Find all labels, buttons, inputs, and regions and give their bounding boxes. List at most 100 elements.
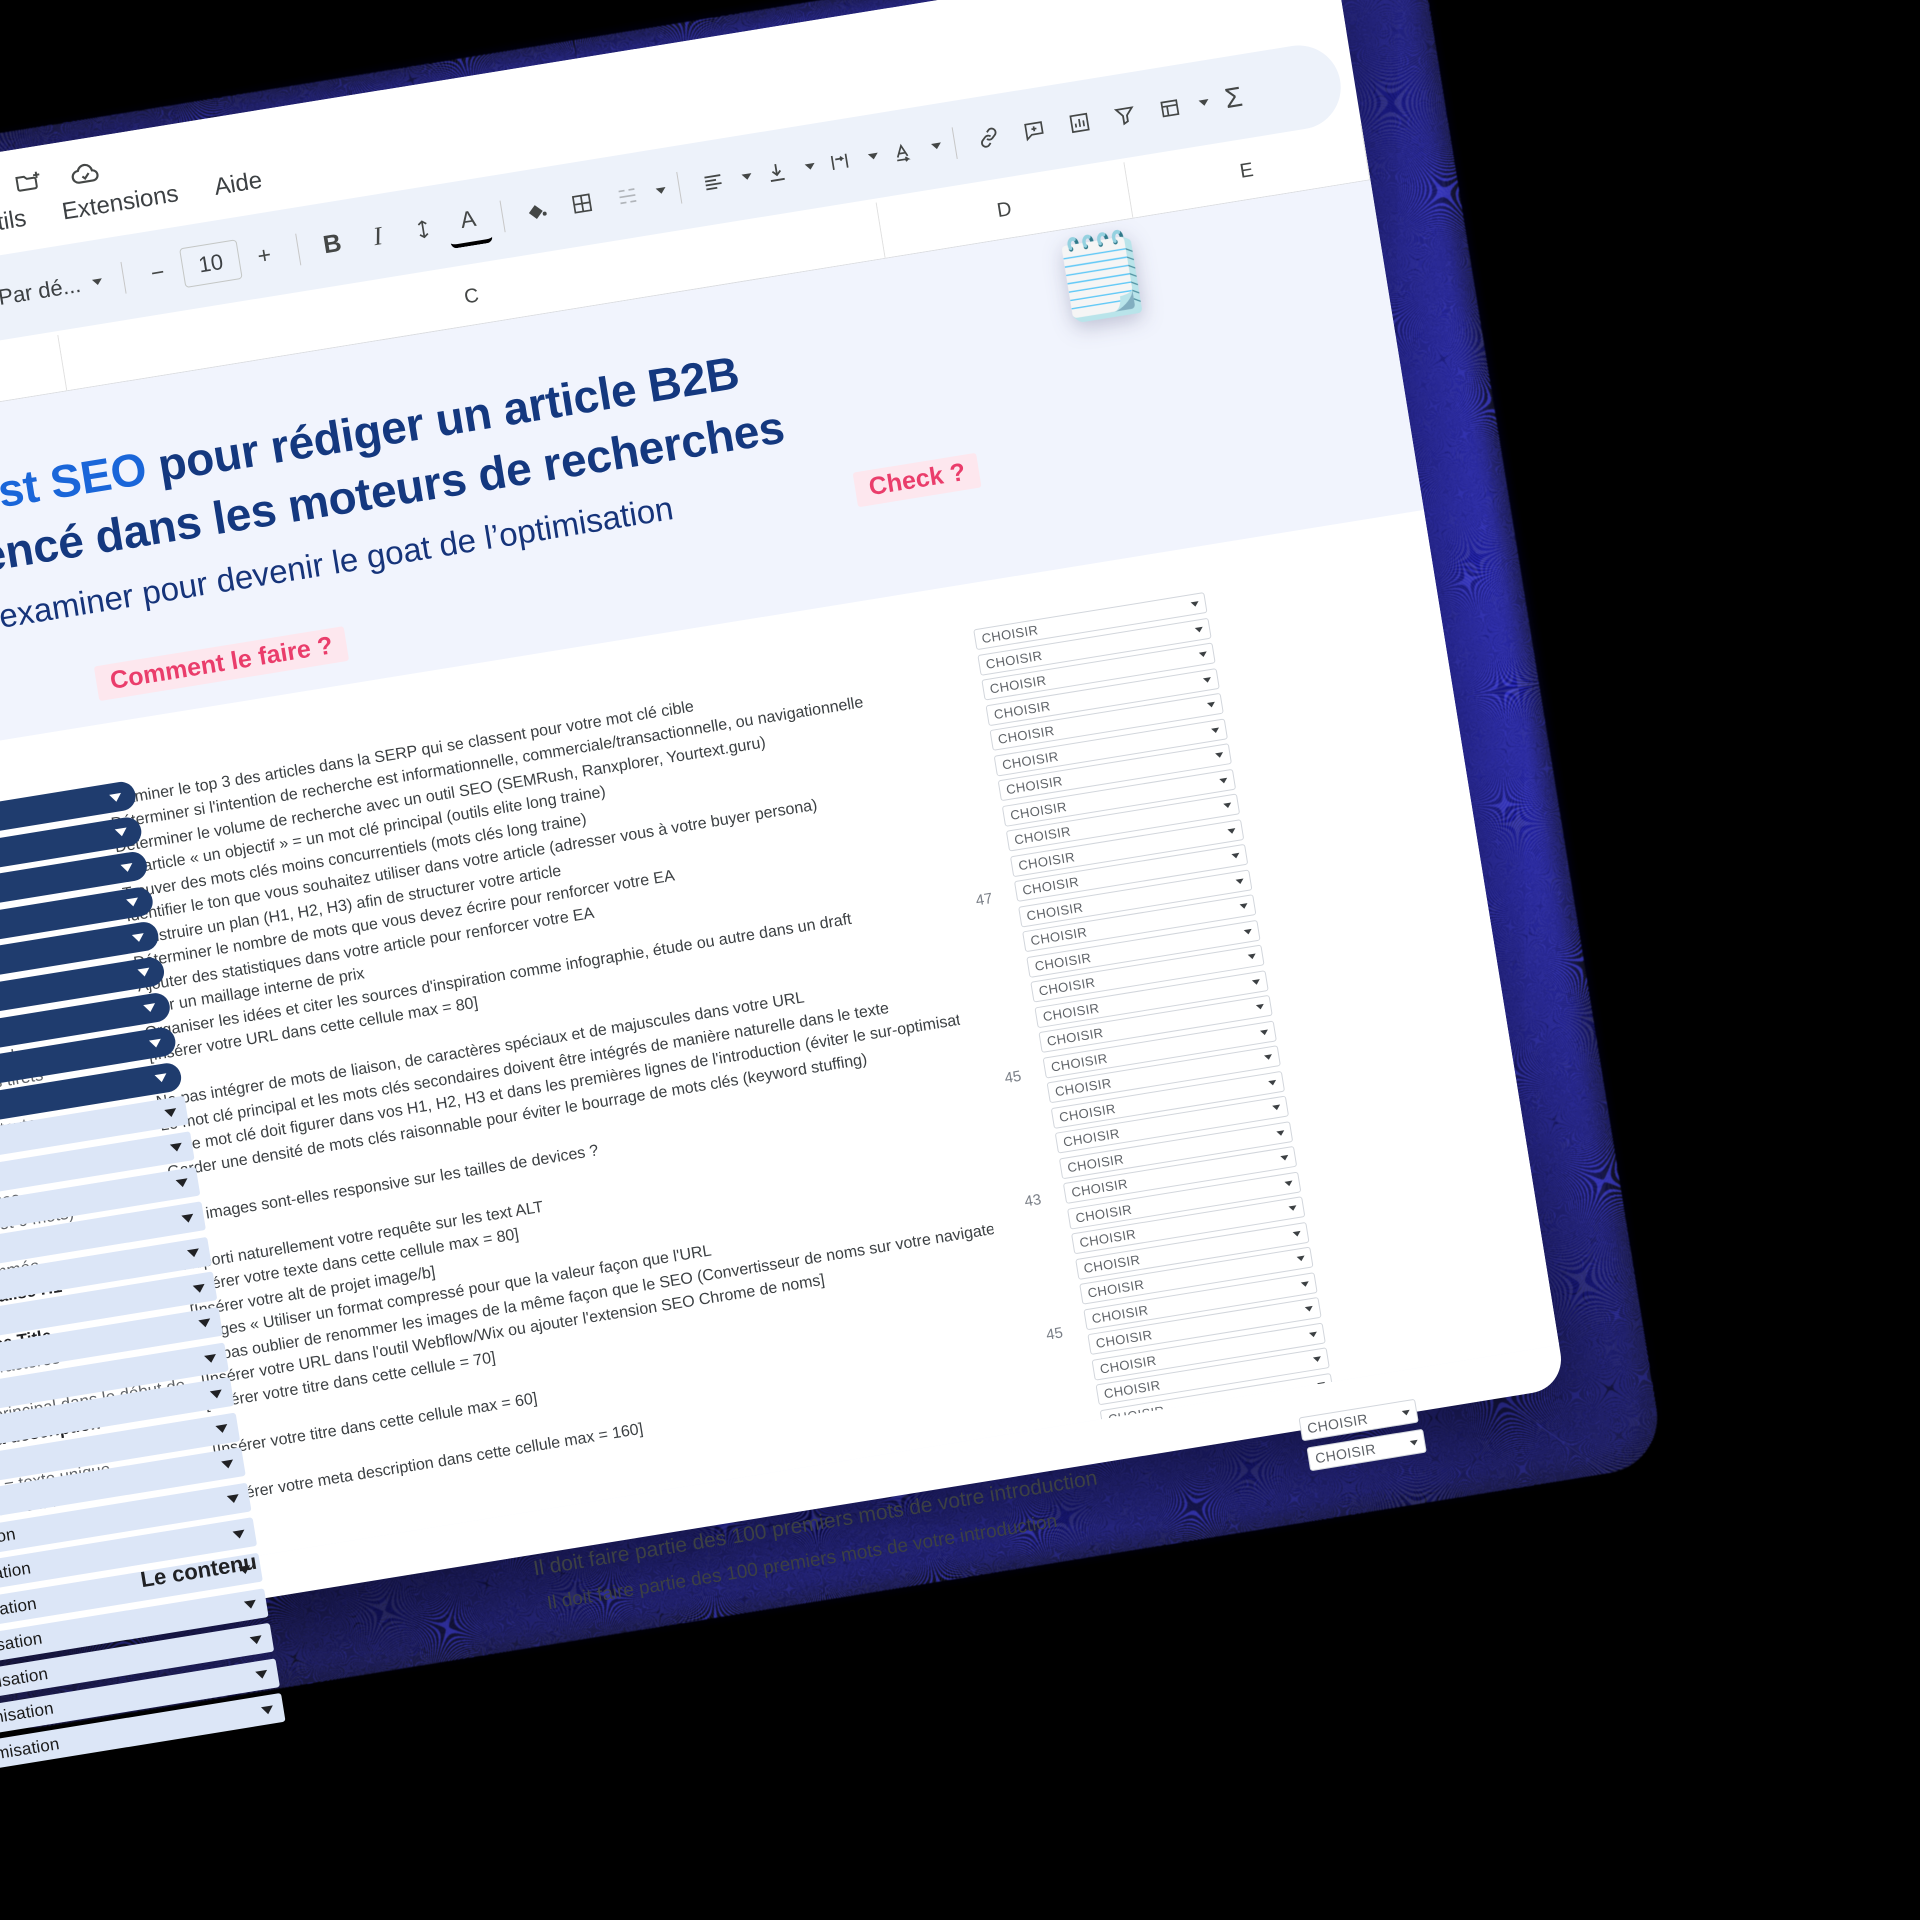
chevron-down-icon — [232, 1529, 246, 1540]
chevron-down-icon — [260, 1705, 275, 1716]
choisir-label: CHOISIR — [1017, 848, 1076, 873]
chevron-down-icon — [120, 862, 134, 873]
choisir-label: CHOISIR — [1078, 1226, 1138, 1251]
choisir-label: CHOISIR — [984, 647, 1044, 672]
font-size-input[interactable]: 10 — [179, 239, 243, 289]
chevron-down-icon — [192, 1283, 206, 1294]
merge-chevron-down-icon[interactable] — [655, 186, 667, 195]
bold-button[interactable]: B — [308, 220, 356, 268]
chevron-down-icon — [204, 1353, 218, 1364]
choisir-label: CHOISIR — [1033, 949, 1093, 974]
chevron-down-icon — [1312, 1356, 1322, 1363]
menu-item-aide[interactable]: Aide — [212, 167, 264, 202]
font-chevron-down-icon — [91, 278, 103, 286]
chevron-down-icon — [1223, 802, 1232, 809]
text-wrap-chevron-down-icon[interactable] — [867, 152, 879, 161]
chevron-down-icon — [249, 1635, 263, 1645]
optimisation-dropdown-label: optimisation — [0, 1593, 39, 1628]
chevron-down-icon — [1288, 1205, 1298, 1212]
chevron-down-icon — [1284, 1180, 1294, 1187]
chevron-down-icon — [1202, 676, 1212, 683]
choisir-label: CHOISIR — [980, 622, 1040, 647]
font-family-selector[interactable]: Par dé... — [0, 267, 112, 312]
chevron-down-icon — [1211, 726, 1220, 734]
chevron-down-icon — [126, 897, 140, 908]
cloud-saved-icon[interactable] — [67, 155, 106, 194]
choisir-label: CHOISIR — [1025, 899, 1085, 924]
row-count-value: 45 — [1003, 1067, 1023, 1088]
chevron-down-icon — [148, 1038, 163, 1049]
chevron-down-icon — [1296, 1255, 1306, 1262]
toolbar-divider — [499, 200, 506, 233]
choisir-label: CHOISIR — [1314, 1440, 1377, 1467]
choisir-label: CHOISIR — [1009, 798, 1068, 823]
optimisation-dropdown-label: ptimisation — [0, 1524, 18, 1557]
chevron-down-icon — [1304, 1305, 1314, 1313]
choisir-label: CHOISIR — [1098, 1352, 1158, 1377]
chevron-down-icon — [1206, 701, 1216, 708]
chevron-down-icon — [1227, 827, 1237, 834]
merge-cells-icon[interactable] — [603, 172, 651, 220]
pivot-chevron-down-icon[interactable] — [1198, 99, 1210, 107]
move-to-folder-icon[interactable] — [11, 164, 50, 203]
choisir-label: CHOISIR — [1005, 773, 1064, 798]
menu-item-outils[interactable]: Outils — [0, 205, 28, 242]
decrease-font-size-button[interactable]: − — [133, 248, 181, 296]
font-family-label: Par dé... — [0, 271, 83, 310]
strikethrough-icon[interactable] — [399, 205, 447, 253]
choisir-label: CHOISIR — [1029, 924, 1089, 949]
choisir-label: CHOISIR — [1041, 999, 1101, 1024]
toolbar-divider — [295, 233, 302, 266]
text-color-button[interactable]: A — [443, 194, 494, 249]
optimisation-dropdown-label: optimisation — [0, 1628, 44, 1663]
text-rotation-icon[interactable] — [879, 127, 927, 175]
chevron-down-icon — [1317, 1381, 1326, 1388]
link-icon[interactable] — [965, 114, 1013, 162]
choisir-label: CHOISIR — [1049, 1050, 1109, 1075]
choisir-label: CHOISIR — [1306, 1410, 1369, 1437]
align-chevron-down-icon[interactable] — [741, 173, 753, 181]
align-icon[interactable] — [689, 158, 737, 206]
row-count-value: 47 — [974, 889, 994, 910]
vertical-align-chevron-down-icon[interactable] — [804, 162, 816, 171]
chevron-down-icon — [109, 792, 123, 803]
increase-font-size-button[interactable]: + — [240, 231, 288, 279]
chevron-down-icon — [1276, 1129, 1285, 1136]
comment-icon[interactable] — [1010, 106, 1058, 154]
chevron-down-icon — [1239, 903, 1249, 910]
chevron-down-icon — [1255, 1003, 1265, 1011]
chevron-down-icon — [1401, 1409, 1411, 1416]
chevron-down-icon — [1272, 1104, 1281, 1111]
vertical-align-icon[interactable] — [752, 148, 800, 196]
choisir-label: CHOISIR — [1000, 748, 1060, 772]
chevron-down-icon — [175, 1178, 189, 1189]
chevron-down-icon — [1259, 1029, 1269, 1036]
chevron-down-icon — [226, 1494, 240, 1505]
chevron-down-icon — [1268, 1079, 1277, 1086]
choisir-label: CHOISIR — [1086, 1276, 1146, 1301]
chevron-down-icon — [164, 1107, 178, 1118]
row-count-value: 43 — [1023, 1191, 1043, 1211]
chevron-down-icon — [181, 1213, 195, 1224]
borders-icon[interactable] — [558, 179, 606, 227]
fill-color-icon[interactable] — [513, 187, 561, 235]
optimisation-dropdown-label: optimisation — [0, 1698, 56, 1733]
choisir-label: CHOISIR — [1053, 1075, 1113, 1100]
chevron-down-icon — [255, 1670, 269, 1680]
choisir-label: CHOISIR — [992, 697, 1052, 722]
chevron-down-icon — [221, 1459, 235, 1470]
text-wrap-icon[interactable] — [816, 138, 864, 186]
pivot-icon[interactable] — [1146, 84, 1194, 132]
text-rotation-chevron-down-icon[interactable] — [931, 142, 942, 150]
row-count-value: 45 — [1044, 1324, 1065, 1344]
chevron-down-icon — [1215, 752, 1224, 759]
functions-sigma-button[interactable]: Σ — [1209, 74, 1257, 122]
chart-icon[interactable] — [1055, 99, 1103, 147]
choisir-label: CHOISIR — [1062, 1125, 1121, 1150]
italic-button[interactable]: I — [354, 213, 402, 261]
filter-icon[interactable] — [1101, 92, 1149, 140]
optimisation-dropdown-label: optimisation — [0, 1558, 33, 1593]
choisir-label: CHOISIR — [1094, 1327, 1154, 1351]
chevron-down-icon — [1235, 877, 1245, 885]
chevron-down-icon — [1251, 978, 1261, 985]
